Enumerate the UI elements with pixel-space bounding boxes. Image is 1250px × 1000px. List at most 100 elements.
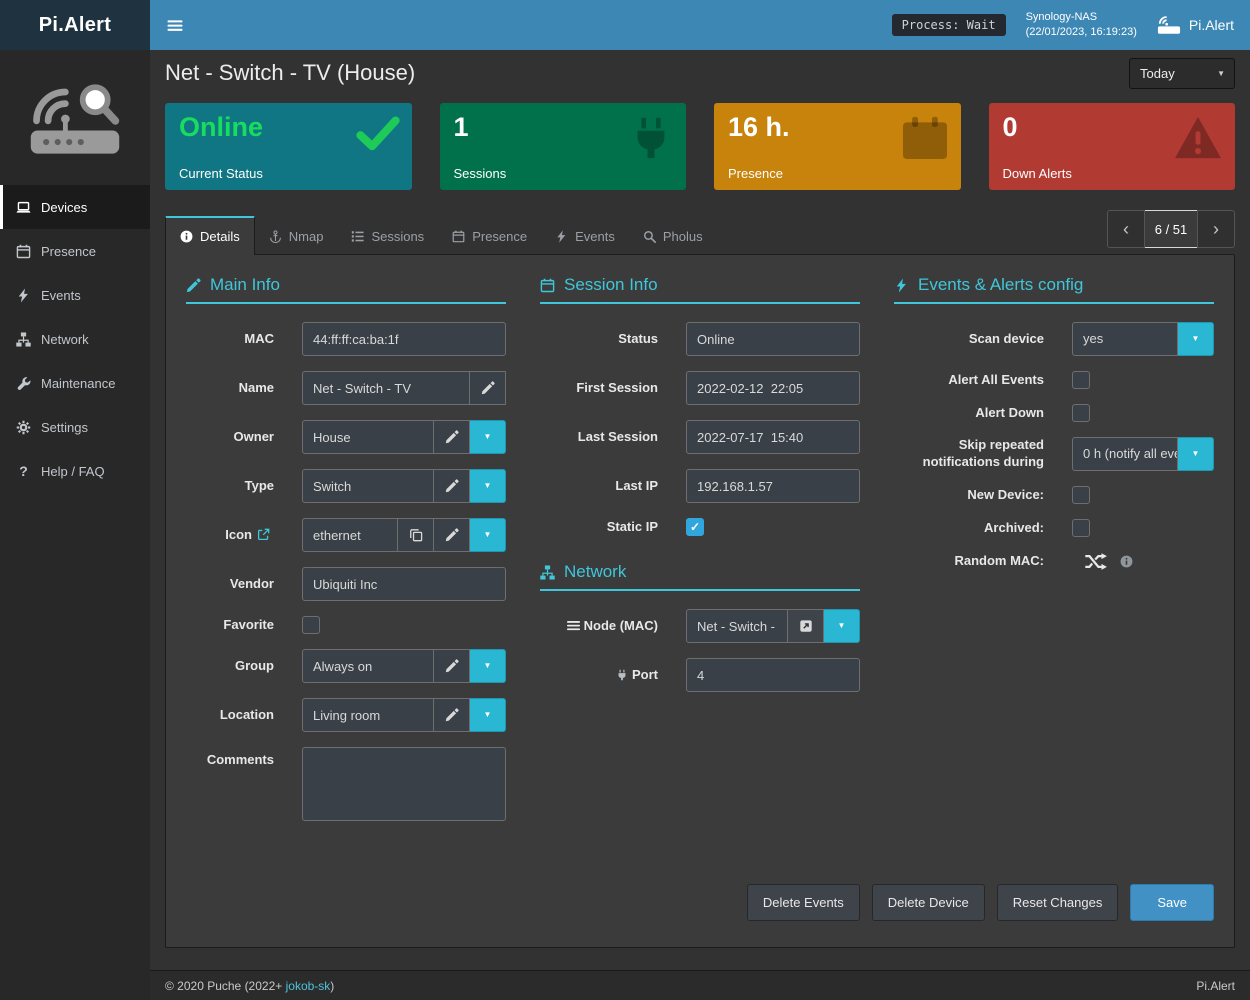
process-status-badge: Process: Wait bbox=[892, 14, 1006, 36]
field-scan-device: Scan device yes bbox=[894, 322, 1214, 356]
group-input[interactable] bbox=[302, 649, 434, 683]
favorite-checkbox[interactable] bbox=[302, 616, 320, 634]
sidebar-menu: Devices Presence Events Network Maintena… bbox=[0, 185, 150, 493]
node-label: Node (MAC) bbox=[540, 618, 658, 635]
down-alerts-box[interactable]: 0 Down Alerts bbox=[989, 103, 1236, 190]
new-device-label: New Device: bbox=[894, 487, 1044, 504]
tab-label: Sessions bbox=[371, 229, 424, 244]
period-select[interactable]: Today bbox=[1129, 58, 1235, 89]
info-icon[interactable] bbox=[1120, 555, 1133, 568]
copy-icon-button[interactable] bbox=[398, 518, 434, 552]
reset-changes-button[interactable]: Reset Changes bbox=[997, 884, 1119, 921]
edit-icon-button[interactable] bbox=[434, 518, 470, 552]
tab-presence[interactable]: Presence bbox=[438, 218, 541, 255]
type-input[interactable] bbox=[302, 469, 434, 503]
alert-down-checkbox[interactable] bbox=[1072, 404, 1090, 422]
question-icon bbox=[16, 463, 31, 479]
scan-device-dropdown-button[interactable] bbox=[1178, 322, 1214, 356]
group-dropdown-button[interactable] bbox=[470, 649, 506, 683]
skip-notifications-select[interactable]: 0 h (notify all event bbox=[1072, 437, 1178, 471]
location-dropdown-button[interactable] bbox=[470, 698, 506, 732]
archived-checkbox[interactable] bbox=[1072, 519, 1090, 537]
sessions-box[interactable]: 1 Sessions bbox=[440, 103, 687, 190]
alert-all-events-checkbox[interactable] bbox=[1072, 371, 1090, 389]
owner-input[interactable] bbox=[302, 420, 434, 454]
check-icon bbox=[356, 115, 400, 151]
details-tab-panel: Main Info MAC Name Owner bbox=[165, 254, 1235, 948]
edit-location-button[interactable] bbox=[434, 698, 470, 732]
sitemap-icon bbox=[540, 565, 555, 580]
host-info: Synology-NAS (22/01/2023, 16:19:23) bbox=[1026, 10, 1137, 40]
prev-device-button[interactable] bbox=[1107, 210, 1145, 248]
sidebar-item-settings[interactable]: Settings bbox=[0, 405, 150, 449]
wrench-icon bbox=[16, 376, 31, 391]
last-ip-label: Last IP bbox=[540, 478, 658, 495]
favorite-label: Favorite bbox=[186, 617, 274, 634]
tab-nmap[interactable]: Nmap bbox=[255, 218, 338, 255]
hamburger-icon[interactable] bbox=[166, 17, 186, 33]
sidebar-item-help[interactable]: Help / FAQ bbox=[0, 449, 150, 493]
edit-type-button[interactable] bbox=[434, 469, 470, 503]
sidebar-item-events[interactable]: Events bbox=[0, 273, 150, 317]
scan-device-select[interactable]: yes bbox=[1072, 322, 1178, 356]
scan-device-label: Scan device bbox=[894, 331, 1044, 348]
mac-input[interactable] bbox=[302, 322, 506, 356]
tab-pholus[interactable]: Pholus bbox=[629, 218, 717, 255]
next-device-button[interactable] bbox=[1197, 210, 1235, 248]
field-alert-down: Alert Down bbox=[894, 404, 1214, 422]
delete-device-button[interactable]: Delete Device bbox=[872, 884, 985, 921]
comments-textarea[interactable] bbox=[302, 747, 506, 821]
field-node: Node (MAC) bbox=[540, 609, 860, 643]
status-input[interactable] bbox=[686, 322, 860, 356]
edit-owner-button[interactable] bbox=[434, 420, 470, 454]
header-app-brand[interactable]: Pi.Alert bbox=[1157, 16, 1234, 35]
icon-input[interactable] bbox=[302, 518, 398, 552]
tab-sessions[interactable]: Sessions bbox=[337, 218, 438, 255]
vendor-input[interactable] bbox=[302, 567, 506, 601]
icon-dropdown-button[interactable] bbox=[470, 518, 506, 552]
open-node-button[interactable] bbox=[788, 609, 824, 643]
owner-dropdown-button[interactable] bbox=[470, 420, 506, 454]
tab-details[interactable]: Details bbox=[165, 216, 255, 255]
footer: © 2020 Puche (2022+ jokob-sk) Pi.Alert bbox=[150, 970, 1250, 1000]
pencil-icon bbox=[445, 479, 459, 493]
last-ip-input[interactable] bbox=[686, 469, 860, 503]
edit-group-button[interactable] bbox=[434, 649, 470, 683]
delete-events-button[interactable]: Delete Events bbox=[747, 884, 860, 921]
skip-notifications-dropdown-button[interactable] bbox=[1178, 437, 1214, 471]
tab-events[interactable]: Events bbox=[541, 218, 629, 255]
first-session-label: First Session bbox=[540, 380, 658, 397]
last-session-input[interactable] bbox=[686, 420, 860, 454]
type-dropdown-button[interactable] bbox=[470, 469, 506, 503]
sidebar-item-label: Events bbox=[41, 288, 81, 303]
sidebar-item-label: Settings bbox=[41, 420, 88, 435]
field-archived: Archived: bbox=[894, 519, 1214, 537]
sidebar-item-devices[interactable]: Devices bbox=[0, 185, 150, 229]
last-session-label: Last Session bbox=[540, 429, 658, 446]
sidebar-item-network[interactable]: Network bbox=[0, 317, 150, 361]
brand-logo[interactable]: Pi.Alert bbox=[0, 0, 150, 50]
external-link-icon[interactable] bbox=[257, 528, 270, 541]
new-device-checkbox[interactable] bbox=[1072, 486, 1090, 504]
sidebar-item-maintenance[interactable]: Maintenance bbox=[0, 361, 150, 405]
name-input[interactable] bbox=[302, 371, 470, 405]
sidebar-item-presence[interactable]: Presence bbox=[0, 229, 150, 273]
port-input[interactable] bbox=[686, 658, 860, 692]
vendor-label: Vendor bbox=[186, 576, 274, 593]
first-session-input[interactable] bbox=[686, 371, 860, 405]
location-input[interactable] bbox=[302, 698, 434, 732]
plug-icon bbox=[616, 669, 628, 681]
shuffle-icon[interactable] bbox=[1084, 552, 1108, 571]
device-counter: 6 / 51 bbox=[1145, 210, 1197, 248]
presence-box[interactable]: 16 h. Presence bbox=[714, 103, 961, 190]
bolt-icon bbox=[555, 230, 568, 243]
edit-name-button[interactable] bbox=[470, 371, 506, 405]
static-ip-checkbox[interactable] bbox=[686, 518, 704, 536]
current-status-box[interactable]: Online Current Status bbox=[165, 103, 412, 190]
author-link[interactable]: jokob-sk bbox=[286, 979, 331, 993]
node-input[interactable] bbox=[686, 609, 788, 643]
node-dropdown-button[interactable] bbox=[824, 609, 860, 643]
pencil-icon bbox=[445, 430, 459, 444]
main-info-title: Main Info bbox=[186, 275, 506, 304]
save-button[interactable]: Save bbox=[1130, 884, 1214, 921]
